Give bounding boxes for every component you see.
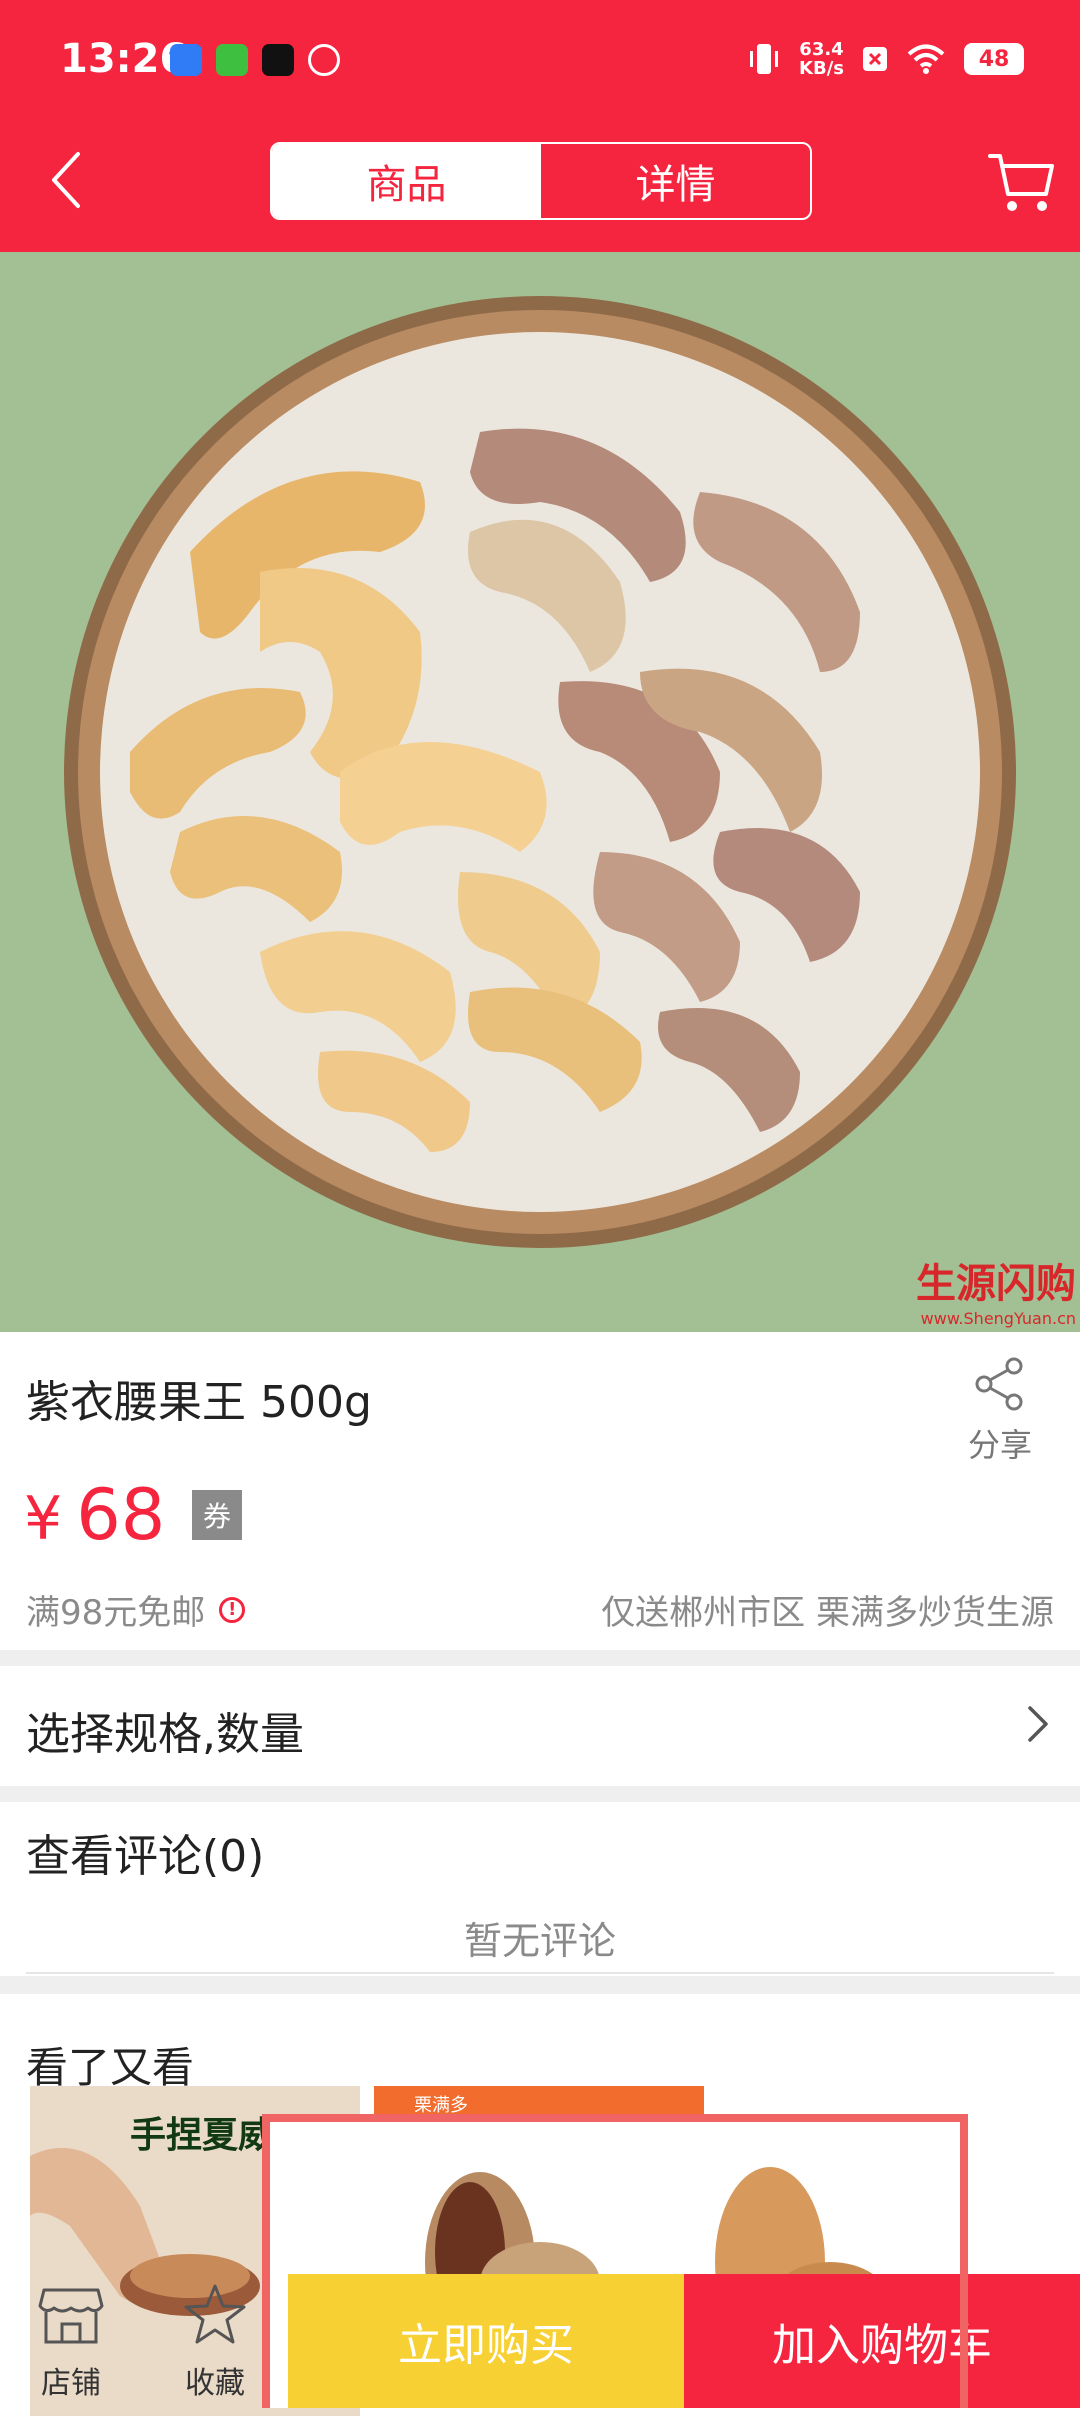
watermark-text: 生源闪购	[916, 1260, 1076, 1307]
shop-button[interactable]: 店铺	[16, 2282, 126, 2402]
product-image[interactable]: 生源闪购 www.ShengYuan.cn	[0, 252, 1080, 1332]
shipping-text: 满98元免邮	[26, 1593, 206, 1633]
wifi-icon	[907, 44, 945, 74]
coupon-badge[interactable]: 券	[192, 1490, 242, 1540]
vibrate-icon	[750, 44, 779, 74]
watermark-logo: 生源闪购 www.ShengYuan.cn	[916, 1251, 1076, 1328]
currency-symbol: ¥	[24, 1484, 63, 1554]
notification-app-icon	[170, 44, 202, 76]
star-icon	[184, 2284, 246, 2344]
divider	[0, 1786, 1080, 1802]
spec-selector-row[interactable]: 选择规格,数量	[0, 1666, 1080, 1786]
back-button[interactable]	[36, 140, 96, 220]
cashew-bowl-photo	[0, 252, 1080, 1332]
notification-app-icon	[308, 44, 340, 76]
share-button[interactable]: 分享	[950, 1356, 1050, 1466]
divider	[26, 1972, 1054, 1974]
network-speed: 63.4 KB/s	[799, 40, 844, 78]
spec-label: 选择规格,数量	[26, 1709, 304, 1760]
store-icon	[38, 2288, 104, 2344]
chevron-left-icon	[52, 152, 80, 208]
no-sim-icon	[863, 47, 887, 71]
share-label: 分享	[967, 1426, 1032, 1464]
reviews-title[interactable]: 查看评论(0)	[26, 1820, 264, 1884]
product-title: 紫衣腰果王 500g	[26, 1377, 372, 1428]
divider	[0, 1650, 1080, 1666]
product-price: ¥68	[24, 1474, 165, 1556]
shopping-cart-icon	[988, 154, 1054, 211]
status-time: 13:26	[60, 36, 188, 82]
tab-product[interactable]: 商品	[272, 144, 541, 218]
shop-label: 店铺	[41, 2366, 101, 2401]
tiktok-icon	[262, 44, 294, 76]
status-indicators: 63.4 KB/s 48	[747, 40, 1024, 78]
favorite-button[interactable]: 收藏	[160, 2282, 270, 2402]
favorite-label: 收藏	[185, 2366, 245, 2401]
battery-indicator: 48	[964, 43, 1024, 75]
share-icon	[975, 1357, 1023, 1411]
network-speed-unit: KB/s	[799, 58, 844, 79]
delivery-area: 仅送郴州市区 栗满多炒货生源	[601, 1593, 1054, 1633]
divider	[0, 1976, 1080, 1994]
watermark-url: www.ShengYuan.cn	[920, 1309, 1076, 1328]
shipping-info[interactable]: 满98元免邮 !	[26, 1585, 246, 1634]
price-value: 68	[76, 1474, 166, 1556]
nav-tabs: 商品 详情	[270, 142, 812, 220]
cart-button[interactable]	[986, 146, 1058, 218]
network-speed-value: 63.4	[799, 39, 844, 60]
tab-details[interactable]: 详情	[541, 144, 810, 218]
reviews-empty-text: 暂无评论	[463, 1919, 616, 1963]
info-alert-icon: !	[219, 1596, 246, 1623]
notification-app-icon	[216, 44, 248, 76]
buy-now-button[interactable]: 立即购买	[288, 2274, 684, 2408]
status-app-icons	[170, 44, 340, 76]
add-to-cart-button[interactable]: 加入购物车	[684, 2274, 1080, 2408]
chevron-right-icon	[1028, 1706, 1048, 1742]
